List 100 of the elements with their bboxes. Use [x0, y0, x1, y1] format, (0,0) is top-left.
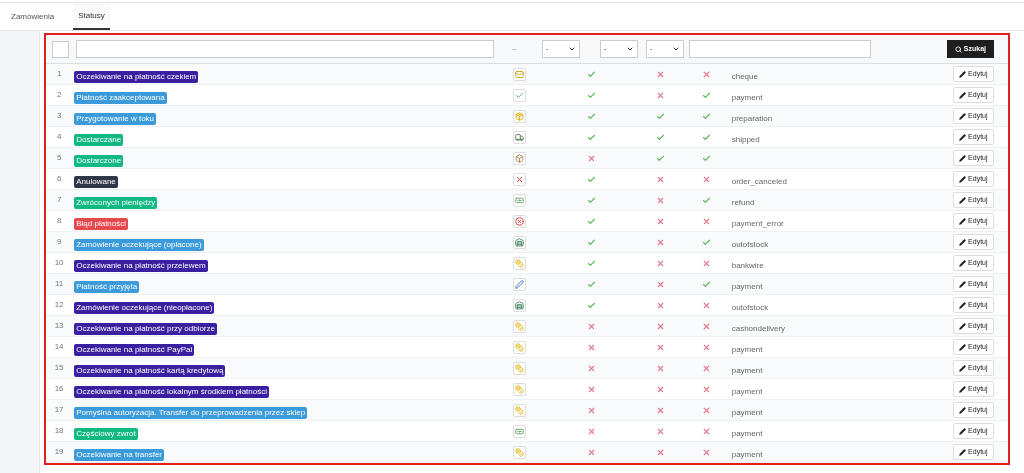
pencil-icon — [959, 385, 967, 393]
coins-icon — [513, 445, 527, 459]
row-number: 1 — [55, 68, 63, 80]
pencil-icon — [959, 238, 967, 246]
package-icon — [513, 109, 527, 123]
pencil-icon — [959, 301, 967, 309]
status-badge: Dostarczone — [74, 155, 124, 167]
status-badge: Oczekiwanie na płatność przy odbiorze — [74, 323, 217, 335]
template-name: cheque — [731, 72, 758, 81]
template-name: payment — [731, 282, 763, 291]
chevron-icon — [672, 45, 680, 53]
template-name: payment — [731, 429, 763, 438]
template-name: payment — [731, 345, 763, 354]
pencil-icon — [959, 175, 967, 183]
pencil-icon — [959, 217, 967, 225]
status-badge: Oczekiwanie na płatność przelewem — [74, 260, 208, 272]
template-name: shipped — [731, 135, 760, 144]
row-number: 13 — [53, 320, 65, 332]
status-badge: Przygotowanie w toku — [74, 113, 157, 125]
status-badge: Płatność zaakceptowana — [74, 92, 167, 104]
pencil-icon — [959, 448, 967, 456]
status-badge: Dostarczane — [74, 134, 124, 146]
status-badge: Zamówienie oczekujące (opłacone) — [74, 239, 204, 251]
pencil-icon — [959, 70, 967, 78]
pencil-icon — [959, 154, 967, 162]
box-icon — [513, 151, 527, 165]
pencil-icon — [959, 427, 967, 435]
template-name: refund — [731, 198, 755, 207]
row-number: 10 — [53, 257, 65, 269]
pencil-icon — [959, 259, 967, 267]
tab[interactable]: Statusy — [73, 3, 110, 30]
template-name: bankwire — [731, 261, 764, 270]
status-badge: Oczekiwanie na płatność kartą kredytową — [74, 365, 226, 377]
warehouse-icon — [513, 298, 527, 312]
row-number: 14 — [53, 341, 65, 353]
tab[interactable]: Zamówienia — [6, 3, 60, 30]
row-number: 5 — [55, 152, 63, 164]
pencil-icon — [959, 364, 967, 372]
row-number: 19 — [53, 446, 65, 458]
pencil-icon — [959, 343, 967, 351]
row-number: 9 — [55, 236, 63, 248]
status-badge: Częściowy zwrot — [74, 428, 138, 440]
envelope-icon — [513, 67, 527, 81]
row-number: 18 — [53, 425, 65, 437]
checkbox-field[interactable] — [51, 40, 69, 58]
template-name: payment — [731, 450, 763, 459]
error-icon — [513, 214, 527, 228]
status-badge: Zamówienie oczekujące (nieopłacone) — [74, 302, 215, 314]
status-badge: Pomyślna autoryzacja. Transfer do przeprowadzenia przez sklep — [74, 407, 308, 419]
banknote-icon — [513, 193, 527, 207]
pencil-icon — [959, 112, 967, 120]
warehouse-icon — [513, 235, 527, 249]
pencil-icon — [959, 91, 967, 99]
coins-icon — [513, 382, 527, 396]
coins-icon — [513, 319, 527, 333]
status-badge: Oczekiwanie na płatność PayPal — [74, 344, 195, 356]
search-icon — [954, 45, 962, 53]
pencil-icon — [959, 406, 967, 414]
row-number: 16 — [53, 383, 65, 395]
row-number: 6 — [55, 173, 63, 185]
row-number: 4 — [55, 131, 63, 143]
template-name: payment_error — [731, 219, 784, 228]
truck-icon — [513, 130, 527, 144]
pencil-icon — [959, 133, 967, 141]
status-badge: Zwróconych pieniędzy — [74, 197, 158, 209]
coins-icon — [513, 340, 527, 354]
coins-icon — [513, 256, 527, 270]
template-name: payment — [731, 366, 763, 375]
row-number: 8 — [55, 215, 63, 227]
pencil-icon — [959, 322, 967, 330]
name-filter-field[interactable] — [76, 40, 494, 58]
status-badge: Płatność przyjęta — [74, 281, 140, 293]
check-icon — [513, 88, 527, 102]
template-filter-field[interactable] — [689, 40, 871, 58]
row-number: 15 — [53, 362, 65, 374]
template-name: payment — [731, 93, 763, 102]
row-number: 12 — [53, 299, 65, 311]
template-name: preparation — [731, 114, 773, 123]
coins-icon — [513, 403, 527, 417]
row-number: 2 — [55, 89, 63, 101]
chevron-icon — [626, 45, 634, 53]
chevron-icon — [568, 45, 576, 53]
row-number: 3 — [55, 110, 63, 122]
pen-icon — [513, 277, 527, 291]
pencil-icon — [959, 196, 967, 204]
template-name: cashondelivery — [731, 324, 786, 333]
status-badge: Oczekiwanie na płatność czekiem — [74, 71, 199, 83]
pencil-icon — [959, 280, 967, 288]
row-number: 11 — [53, 278, 65, 290]
row-number: 17 — [53, 404, 65, 416]
template-name: outofstock — [731, 240, 769, 249]
status-badge: Oczekiwanie na płatność lokalnym środkiem płatności — [74, 386, 269, 398]
row-number: 7 — [55, 194, 63, 206]
coins-icon — [513, 361, 527, 375]
template-name: order_canceled — [731, 177, 787, 186]
status-badge: Anulowane — [74, 176, 118, 188]
status-badge: Błąd płatności — [74, 218, 129, 230]
banknote-icon — [513, 424, 527, 438]
template-name: payment — [731, 408, 763, 417]
status-badge: Oczekiwanie na transfer — [74, 449, 165, 461]
